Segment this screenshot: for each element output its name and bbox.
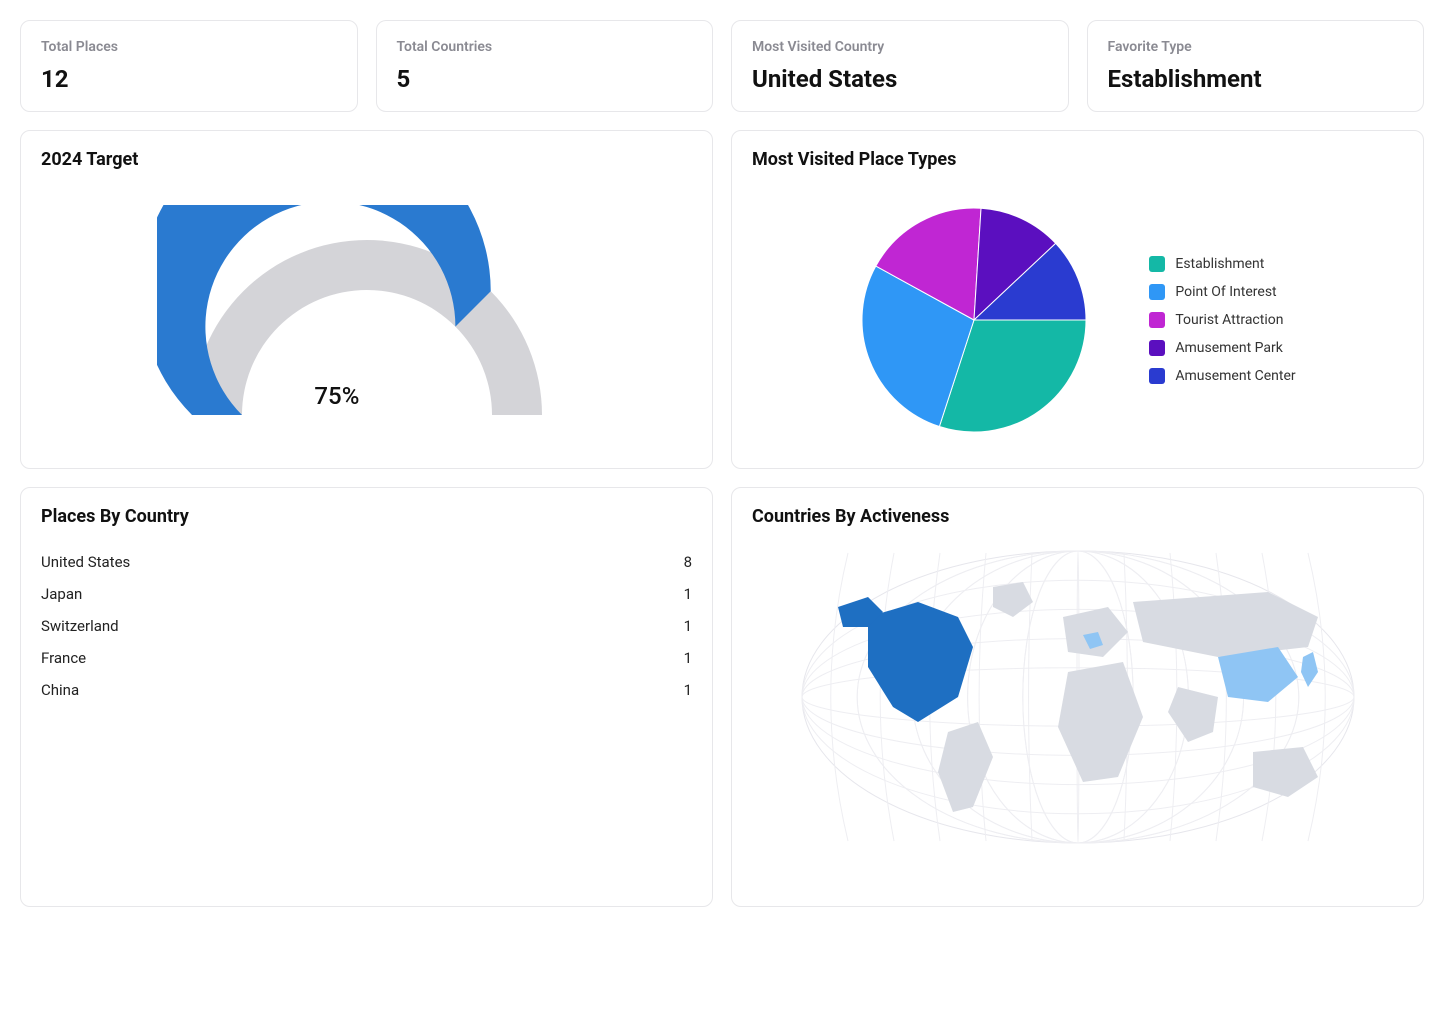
legend-swatch <box>1149 284 1165 300</box>
map-svg <box>798 547 1358 847</box>
card-title: 2024 Target <box>41 149 692 170</box>
pie-svg <box>859 205 1089 435</box>
country-count: 1 <box>684 617 692 635</box>
stat-label: Most Visited Country <box>752 39 1048 55</box>
legend-item: Establishment <box>1149 256 1295 272</box>
world-map <box>752 547 1403 847</box>
legend-item: Amusement Center <box>1149 368 1295 384</box>
country-row: France 1 <box>41 649 692 667</box>
legend-item: Tourist Attraction <box>1149 312 1295 328</box>
stat-card-favorite-type: Favorite Type Establishment <box>1087 20 1425 112</box>
stat-value: Establishment <box>1108 65 1404 93</box>
stat-value: 12 <box>41 65 337 93</box>
legend-item: Amusement Park <box>1149 340 1295 356</box>
legend-label: Amusement Center <box>1175 368 1295 384</box>
legend-swatch <box>1149 256 1165 272</box>
stat-value: United States <box>752 65 1048 93</box>
legend-label: Point Of Interest <box>1175 284 1276 300</box>
card-title: Places By Country <box>41 506 692 527</box>
stat-value: 5 <box>397 65 693 93</box>
legend-label: Establishment <box>1175 256 1264 272</box>
legend-item: Point Of Interest <box>1149 284 1295 300</box>
card-place-types: Most Visited Place Types Establishment Po… <box>731 130 1424 469</box>
legend-swatch <box>1149 340 1165 356</box>
country-name: China <box>41 681 79 699</box>
stat-card-total-countries: Total Countries 5 <box>376 20 714 112</box>
country-row: China 1 <box>41 681 692 699</box>
legend-swatch <box>1149 368 1165 384</box>
legend-swatch <box>1149 312 1165 328</box>
gauge-percent-label: 75% <box>314 382 359 410</box>
country-row: Japan 1 <box>41 585 692 603</box>
pie-chart-wrap: Establishment Point Of Interest Tourist At… <box>752 190 1403 450</box>
legend-label: Tourist Attraction <box>1175 312 1283 328</box>
charts-row-2: Places By Country United States8Japan1Sw… <box>20 487 1424 907</box>
stat-label: Total Places <box>41 39 337 55</box>
card-title: Most Visited Place Types <box>752 149 1403 170</box>
country-count: 1 <box>684 681 692 699</box>
card-places-by-country: Places By Country United States8Japan1Sw… <box>20 487 713 907</box>
gauge-svg <box>157 205 577 435</box>
card-target: 2024 Target 75% <box>20 130 713 469</box>
country-name: United States <box>41 553 130 571</box>
stat-card-total-places: Total Places 12 <box>20 20 358 112</box>
pie-legend: Establishment Point Of Interest Tourist At… <box>1149 256 1295 384</box>
gauge-chart: 75% <box>41 190 692 450</box>
country-list: United States8Japan1Switzerland1France1C… <box>41 553 692 699</box>
stat-label: Favorite Type <box>1108 39 1404 55</box>
country-count: 1 <box>684 585 692 603</box>
card-title: Countries By Activeness <box>752 506 1403 527</box>
card-countries-activeness: Countries By Activeness <box>731 487 1424 907</box>
stat-label: Total Countries <box>397 39 693 55</box>
stats-row: Total Places 12 Total Countries 5 Most V… <box>20 20 1424 112</box>
country-count: 8 <box>684 553 692 571</box>
country-row: United States 8 <box>41 553 692 571</box>
country-count: 1 <box>684 649 692 667</box>
stat-card-most-visited-country: Most Visited Country United States <box>731 20 1069 112</box>
legend-label: Amusement Park <box>1175 340 1282 356</box>
charts-row-1: 2024 Target 75% Most Visited Place Types… <box>20 130 1424 469</box>
country-name: Japan <box>41 585 82 603</box>
country-name: France <box>41 649 86 667</box>
country-name: Switzerland <box>41 617 119 635</box>
country-row: Switzerland 1 <box>41 617 692 635</box>
